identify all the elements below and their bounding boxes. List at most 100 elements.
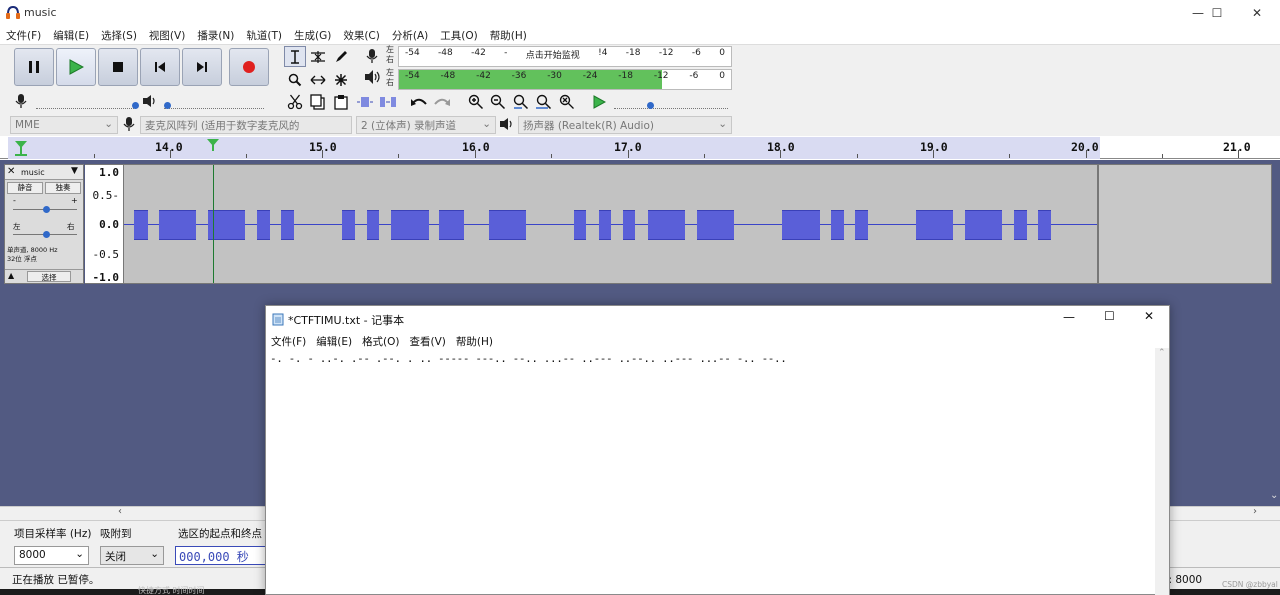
zoom-tool[interactable] bbox=[284, 69, 306, 90]
time-shift-tool[interactable] bbox=[307, 69, 329, 90]
notepad-minimize-button[interactable]: — bbox=[1063, 310, 1075, 324]
select-track-button[interactable]: 选择 bbox=[27, 271, 71, 282]
scroll-down-icon[interactable]: ⌄ bbox=[1270, 490, 1278, 501]
playback-meter[interactable]: -54 -48 -42 -36 -30 -24 -18 -12 -6 0 bbox=[398, 69, 732, 90]
paste-button[interactable] bbox=[330, 91, 352, 112]
waveform-burst bbox=[439, 210, 464, 240]
ruler-label: 20.0 bbox=[1071, 140, 1099, 154]
notepad-text-content[interactable]: -. -. - ..-. .-- .--. . .. ----- ---.. -… bbox=[270, 352, 787, 365]
menu-tracks[interactable]: 轨道(T) bbox=[246, 28, 282, 43]
scroll-right-icon[interactable]: › bbox=[1253, 506, 1257, 517]
play-speed-slider[interactable] bbox=[614, 96, 728, 109]
record-meter[interactable]: -54 -48 -42 - 点击开始监视 !4 -18 -12 -6 0 bbox=[398, 46, 732, 67]
track-name[interactable]: music bbox=[21, 168, 45, 177]
skip-start-button[interactable] bbox=[140, 48, 180, 86]
fit-project-button[interactable] bbox=[533, 91, 555, 112]
cut-button[interactable] bbox=[284, 91, 306, 112]
notepad-close-button[interactable]: ✕ bbox=[1144, 309, 1154, 323]
slider-thumb[interactable] bbox=[164, 102, 171, 109]
menu-select[interactable]: 选择(S) bbox=[101, 28, 137, 43]
scroll-left-icon[interactable]: ‹ bbox=[118, 506, 122, 517]
slider-thumb[interactable] bbox=[647, 102, 654, 109]
menu-transport[interactable]: 播录(N) bbox=[197, 28, 234, 43]
record-icon bbox=[243, 61, 255, 73]
record-volume-slider[interactable] bbox=[36, 97, 139, 109]
redo-button[interactable] bbox=[431, 91, 453, 112]
meter-tick: -54 bbox=[405, 48, 420, 58]
skip-end-button[interactable] bbox=[182, 48, 222, 86]
notepad-maximize-button[interactable]: ☐ bbox=[1104, 309, 1115, 323]
zoom-in-button[interactable] bbox=[465, 91, 487, 112]
slider-thumb[interactable] bbox=[43, 231, 50, 238]
mute-button[interactable]: 静音 bbox=[7, 182, 43, 194]
stop-button[interactable] bbox=[98, 48, 138, 86]
amplitude-ruler: 1.0 0.5- 0.0 -0.5 -1.0 bbox=[85, 164, 123, 284]
meter-tick: -30 bbox=[547, 71, 562, 81]
recording-device-select[interactable]: 麦克风阵列 (适用于数字麦克风的 bbox=[140, 116, 352, 134]
collapse-icon[interactable]: ▲ bbox=[8, 271, 14, 280]
microphone-icon bbox=[123, 117, 135, 131]
notepad-vertical-scrollbar[interactable]: ⌃ bbox=[1155, 348, 1169, 595]
undo-button[interactable] bbox=[408, 91, 430, 112]
copy-button[interactable] bbox=[307, 91, 329, 112]
selection-tool[interactable] bbox=[284, 46, 306, 67]
menu-edit[interactable]: 编辑(E) bbox=[53, 28, 89, 43]
project-rate-select[interactable]: 8000 ⌄ bbox=[14, 546, 89, 565]
notepad-menu-help[interactable]: 帮助(H) bbox=[456, 334, 493, 349]
selection-start-time[interactable]: 000,000 秒 bbox=[175, 546, 267, 565]
menu-file[interactable]: 文件(F) bbox=[6, 28, 41, 43]
playback-meter-icon[interactable] bbox=[364, 69, 380, 88]
track-menu-icon[interactable]: ▼ bbox=[71, 166, 78, 176]
waveform-view[interactable] bbox=[123, 164, 1098, 284]
slider-thumb[interactable] bbox=[43, 206, 50, 213]
timeline-ruler[interactable]: 14.0 15.0 16.0 17.0 18.0 19.0 20.0 21.0 bbox=[0, 137, 1280, 159]
draw-tool[interactable] bbox=[330, 46, 352, 67]
playback-device-select[interactable]: 扬声器 (Realtek(R) Audio) ⌄ bbox=[518, 116, 732, 134]
zoom-toggle-button[interactable] bbox=[556, 91, 578, 112]
menu-effect[interactable]: 效果(C) bbox=[343, 28, 380, 43]
monitor-hint[interactable]: 点击开始监视 bbox=[526, 48, 580, 62]
meter-tick: -18 bbox=[625, 48, 641, 58]
recording-channels-select[interactable]: 2 (立体声) 录制声道 ⌄ bbox=[356, 116, 496, 134]
track-close-icon[interactable]: ✕ bbox=[7, 166, 15, 177]
trim-button[interactable] bbox=[354, 91, 376, 112]
stop-icon bbox=[113, 62, 123, 72]
scroll-up-icon[interactable]: ⌃ bbox=[1158, 348, 1166, 358]
audio-host-select[interactable]: MME ⌄ bbox=[10, 116, 118, 134]
meter-tick: -42 bbox=[476, 71, 491, 81]
envelope-tool[interactable] bbox=[307, 46, 329, 67]
gain-slider[interactable] bbox=[13, 206, 77, 213]
menu-generate[interactable]: 生成(G) bbox=[294, 28, 331, 43]
speaker-device-icon bbox=[499, 117, 515, 134]
menu-analyze[interactable]: 分析(A) bbox=[392, 28, 428, 43]
chevron-down-icon: ⌄ bbox=[75, 548, 84, 560]
menu-tools[interactable]: 工具(O) bbox=[440, 28, 477, 43]
solo-button[interactable]: 独奏 bbox=[45, 182, 81, 194]
notepad-menu-format[interactable]: 格式(O) bbox=[362, 334, 399, 349]
playhead-marker-icon[interactable] bbox=[206, 138, 220, 152]
pause-button[interactable] bbox=[14, 48, 54, 86]
taskbar-text: 快捷方式 时间时间 bbox=[138, 586, 205, 595]
multi-tool[interactable] bbox=[330, 69, 352, 90]
notepad-window: *CTFTIMU.txt - 记事本 — ☐ ✕ 文件(F) 编辑(E) 格式(… bbox=[265, 305, 1170, 595]
play-button[interactable] bbox=[56, 48, 96, 86]
vertical-scrollbar[interactable]: ⌄ bbox=[1268, 300, 1280, 506]
notepad-menu-view[interactable]: 查看(V) bbox=[410, 334, 446, 349]
record-button[interactable] bbox=[229, 48, 269, 86]
close-button[interactable]: ✕ bbox=[1234, 0, 1280, 26]
record-meter-icon[interactable] bbox=[364, 48, 380, 67]
playback-volume-slider[interactable] bbox=[164, 97, 264, 109]
play-at-speed-button[interactable] bbox=[588, 91, 610, 112]
silence-button[interactable] bbox=[377, 91, 399, 112]
slider-thumb[interactable] bbox=[132, 102, 139, 109]
zoom-in-icon bbox=[468, 94, 484, 109]
zoom-out-button[interactable] bbox=[487, 91, 509, 112]
notepad-menu-file[interactable]: 文件(F) bbox=[271, 334, 306, 349]
microphone-icon bbox=[366, 49, 378, 63]
menu-view[interactable]: 视图(V) bbox=[149, 28, 185, 43]
fit-selection-button[interactable] bbox=[510, 91, 532, 112]
notepad-menu-edit[interactable]: 编辑(E) bbox=[316, 334, 352, 349]
pan-slider[interactable] bbox=[13, 231, 77, 238]
snap-to-select[interactable]: 关闭 ⌄ bbox=[100, 546, 164, 565]
menu-help[interactable]: 帮助(H) bbox=[490, 28, 527, 43]
